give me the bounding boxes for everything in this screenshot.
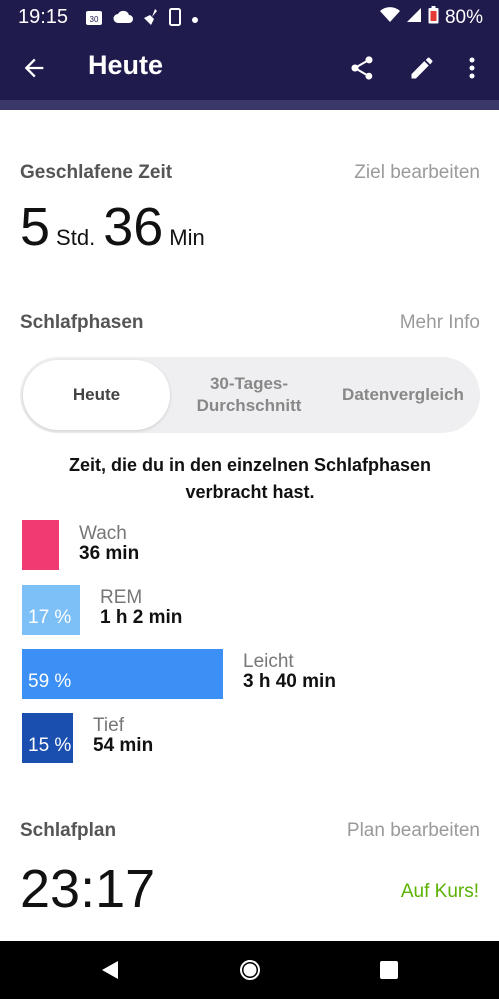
- calendar-day: 30: [90, 15, 99, 24]
- sleep-minutes-unit: Min: [169, 225, 205, 250]
- signal-icon: [406, 7, 422, 29]
- phase-bar-rem: 17 %: [22, 585, 80, 635]
- tab-comparison[interactable]: Datenvergleich: [328, 357, 478, 433]
- phase-percent-rem: 17 %: [28, 607, 72, 628]
- phase-name-rem: REM: [100, 587, 143, 608]
- tab-30-day-average-label: 30-Tages- Durchschnitt: [196, 373, 302, 415]
- phase-bar-leicht: 59 %: [22, 649, 223, 699]
- phase-name-leicht: Leicht: [243, 651, 294, 672]
- sleep-minutes: 36: [103, 197, 164, 257]
- battery-icon: [428, 6, 439, 30]
- notification-icons: 30: [85, 8, 199, 31]
- wifi-icon: [379, 7, 400, 29]
- edit-goal-link[interactable]: Ziel bearbeiten: [354, 162, 480, 184]
- nav-home-icon[interactable]: [238, 958, 262, 982]
- battery-percent: 80%: [444, 7, 483, 28]
- status-bar: 19:15 30 80%: [0, 0, 499, 36]
- dot-icon: [191, 11, 199, 29]
- calendar-icon: 30: [85, 8, 103, 31]
- edit-pencil-icon[interactable]: [408, 54, 436, 82]
- page-title: Heute: [88, 50, 164, 80]
- more-info-link[interactable]: Mehr Info: [400, 312, 480, 334]
- system-nav-bar: [0, 941, 499, 999]
- phase-bar-tief: 15 %: [22, 713, 73, 763]
- phase-duration-wach: 36 min: [79, 543, 140, 564]
- sleep-duration: 5 Std. 36 Min: [20, 200, 213, 254]
- phase-percent-leicht: 59 %: [28, 671, 72, 692]
- share-icon[interactable]: [348, 54, 376, 82]
- sleep-hours: 5: [20, 197, 51, 257]
- sleep-phases-header: Schlafphasen Mehr Info: [20, 312, 480, 334]
- plan-status: Auf Kurs!: [400, 881, 479, 902]
- phase-duration-rem: 1 h 2 min: [100, 607, 183, 628]
- phase-percent-tief: 15 %: [28, 735, 72, 756]
- broom-icon: [143, 8, 159, 31]
- plan-bedtime: 23:17: [20, 859, 156, 919]
- phase-bar-wach: [22, 520, 59, 570]
- sleep-hours-unit: Std.: [56, 225, 96, 250]
- more-vert-icon[interactable]: [462, 54, 482, 82]
- edit-plan-link[interactable]: Plan bearbeiten: [347, 820, 480, 842]
- sleep-phases-title: Schlafphasen: [20, 312, 144, 333]
- sleep-plan-header: Schlafplan Plan bearbeiten: [20, 820, 480, 842]
- phase-duration-tief: 54 min: [93, 735, 154, 756]
- cloud-icon: [113, 10, 133, 29]
- phase-name-wach: Wach: [79, 523, 127, 544]
- app-bar: Heute: [0, 36, 499, 100]
- sleep-time-title: Geschlafene Zeit: [20, 162, 173, 183]
- tab-today-label: Heute: [72, 384, 121, 404]
- phase-duration-leicht: 3 h 40 min: [243, 671, 336, 692]
- status-time: 19:15: [18, 6, 69, 28]
- back-arrow-icon[interactable]: [20, 54, 48, 82]
- sleep-time-header: Geschlafene Zeit Ziel bearbeiten: [20, 162, 480, 184]
- nav-back-icon[interactable]: [98, 958, 122, 982]
- tab-today[interactable]: Heute: [23, 360, 170, 430]
- system-indicators: 80%: [379, 6, 483, 30]
- tab-comparison-label: Datenvergleich: [342, 384, 464, 404]
- phases-caption: Zeit, die du in den einzelnen Schlafphas…: [68, 455, 432, 502]
- phase-name-tief: Tief: [93, 715, 124, 736]
- tab-30-day-average[interactable]: 30-Tages- Durchschnitt: [175, 357, 323, 433]
- period-segmented-control: Heute 30-Tages- Durchschnitt Datenverglei…: [20, 357, 480, 433]
- phone-icon: [169, 8, 181, 31]
- sleep-plan-title: Schlafplan: [20, 820, 117, 841]
- nav-recents-icon[interactable]: [377, 958, 401, 982]
- app-bar-edge: [0, 100, 499, 110]
